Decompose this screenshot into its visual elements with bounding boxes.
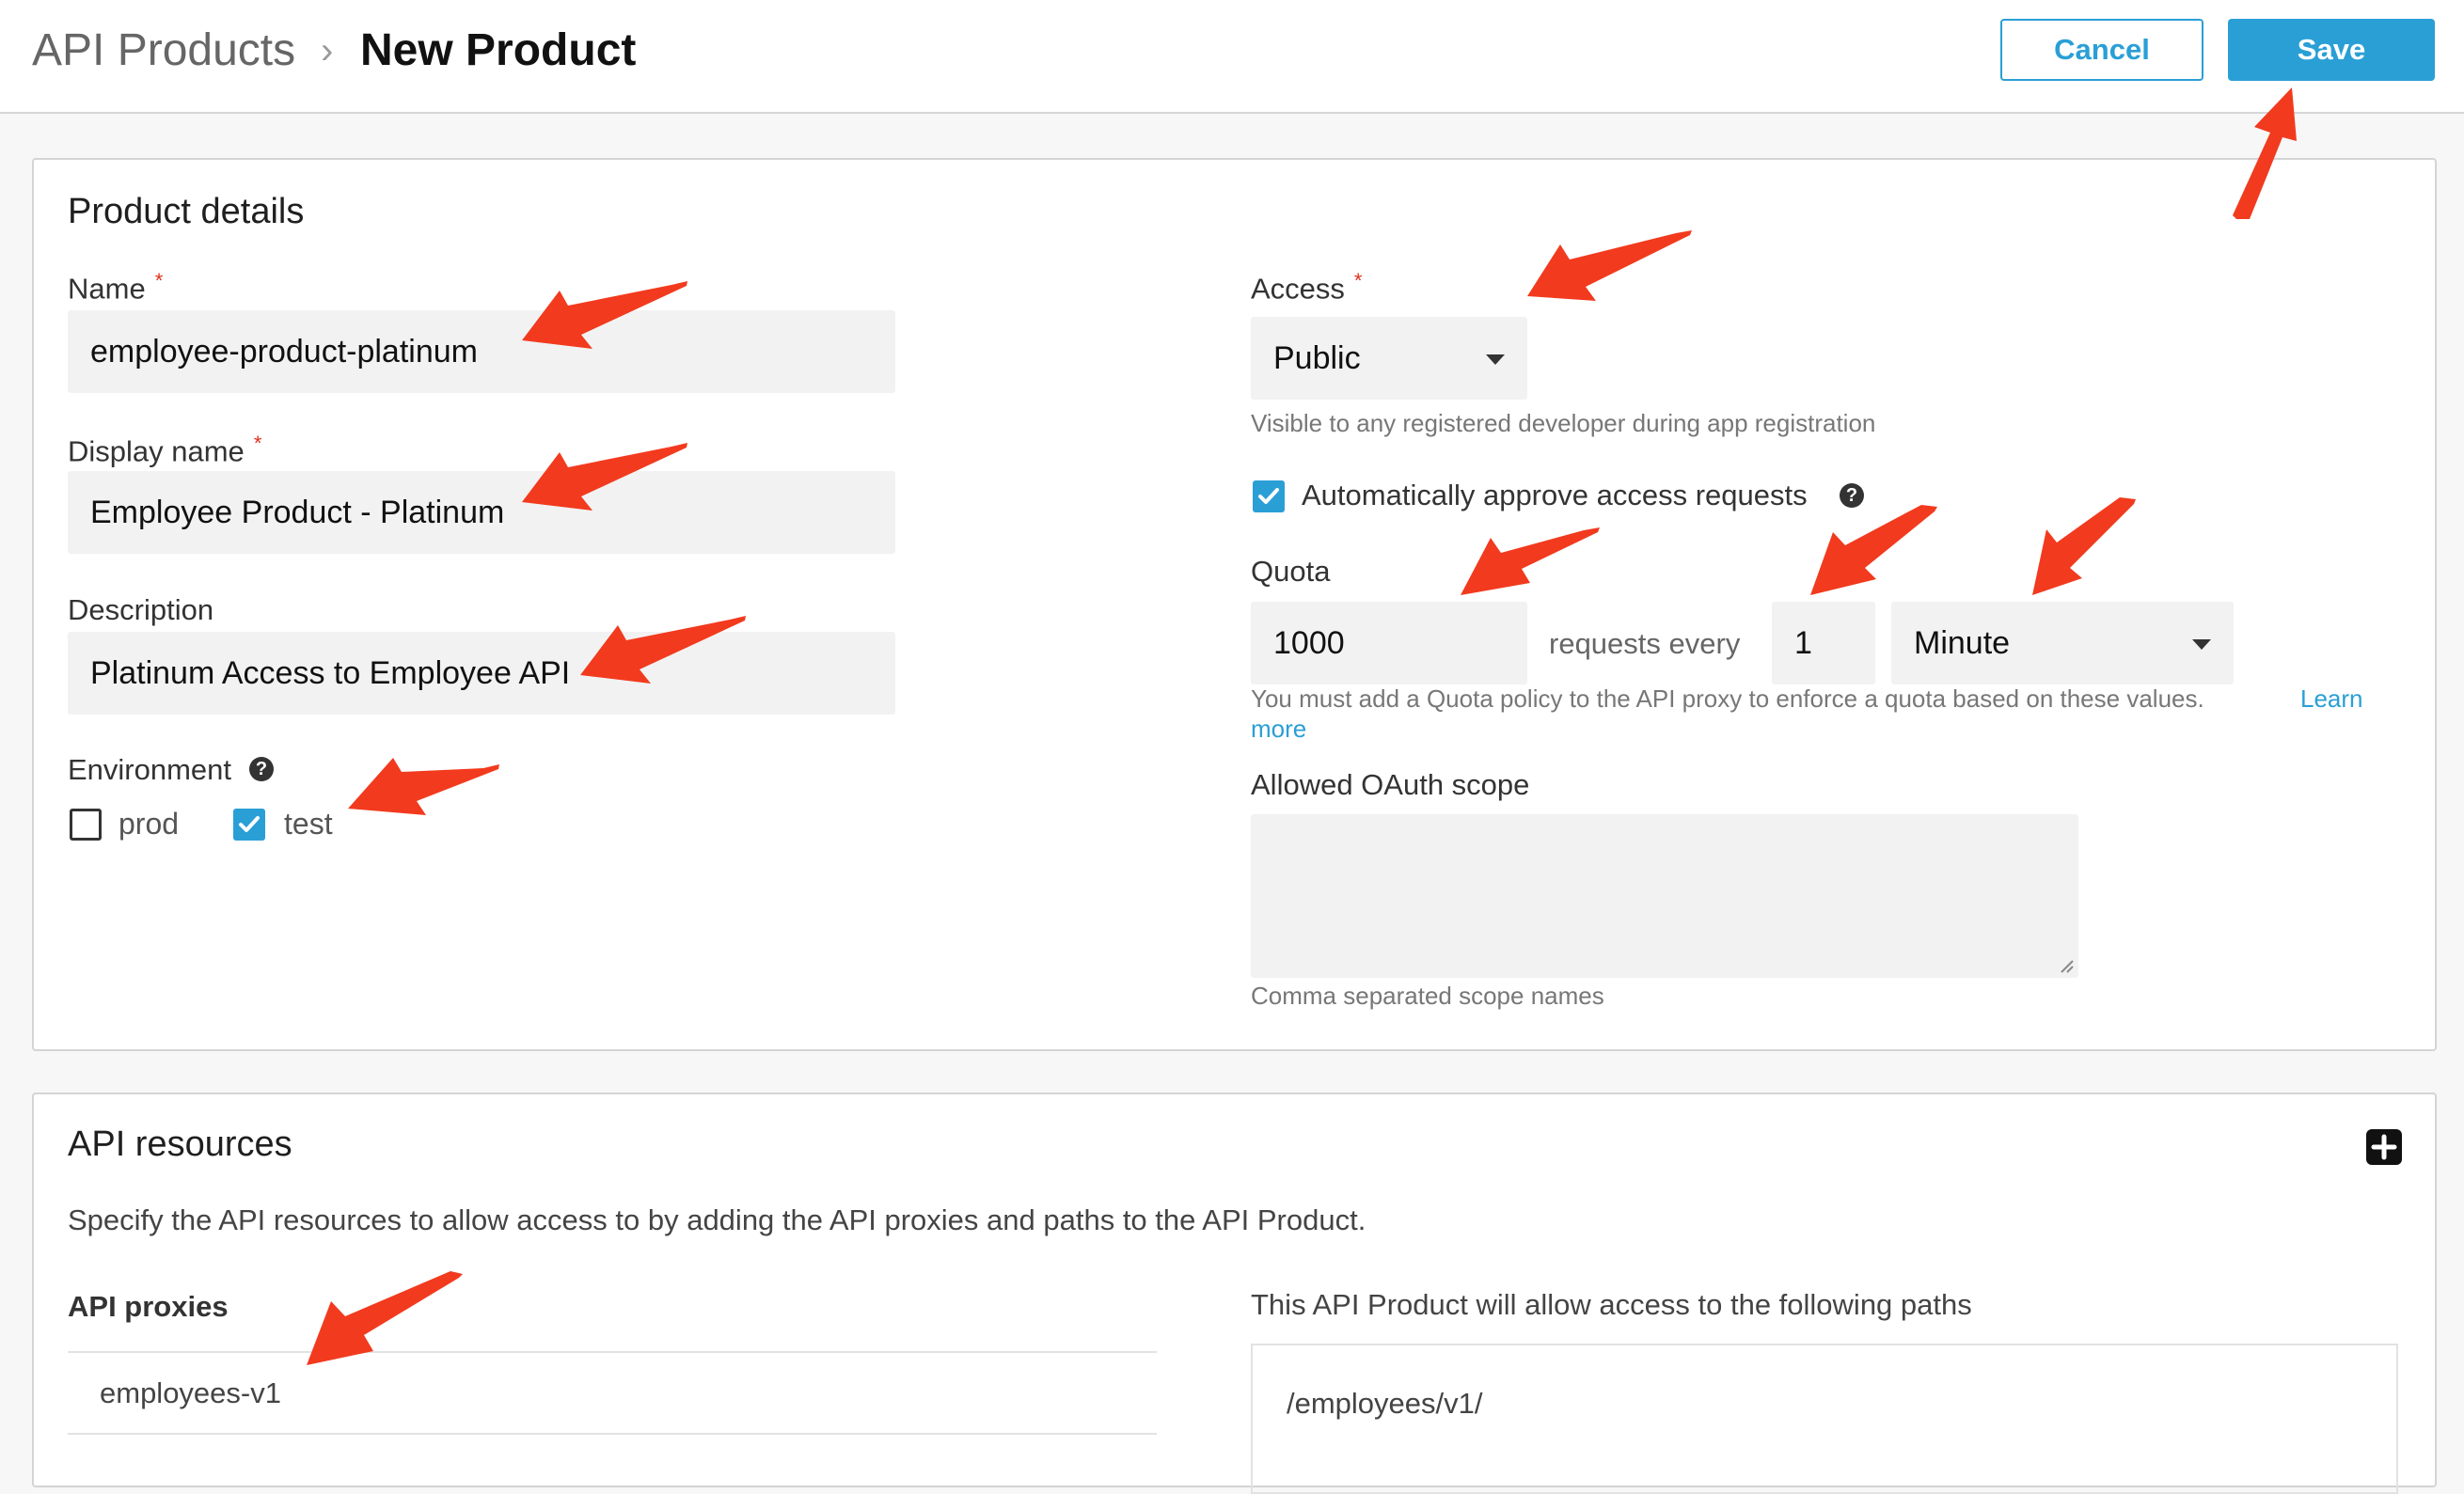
- save-button[interactable]: Save: [2228, 19, 2435, 81]
- display-name-input[interactable]: Employee Product - Platinum: [68, 471, 895, 554]
- chevron-right-icon: ›: [321, 30, 334, 71]
- learn-more-link-wrap[interactable]: more: [1251, 715, 1306, 744]
- name-label-text: Name: [68, 272, 146, 306]
- product-details-card: Product details Name * employee-product-p…: [32, 158, 2437, 1051]
- access-select[interactable]: Public: [1251, 317, 1527, 400]
- api-resources-title: API resources: [68, 1124, 292, 1164]
- plus-square-icon[interactable]: [2365, 1128, 2403, 1166]
- breadcrumb-api-products[interactable]: API Products: [32, 24, 295, 76]
- quota-label: Quota: [1251, 555, 1331, 588]
- auto-approve-label: Automatically approve access requests: [1302, 479, 1808, 511]
- chevron-down-icon: [2192, 639, 2211, 650]
- paths-list: /employees/v1/: [1251, 1344, 2398, 1494]
- name-input[interactable]: employee-product-platinum: [68, 310, 895, 393]
- display-name-label: Display name *: [68, 432, 261, 468]
- checkmark-icon: [239, 816, 260, 832]
- learn-more-link[interactable]: Learn: [2300, 684, 2363, 714]
- requests-every-text: requests every: [1549, 627, 1741, 660]
- oauth-scope-hint: Comma separated scope names: [1251, 982, 1604, 1010]
- checkmark-icon: [1258, 488, 1279, 504]
- required-marker: *: [1353, 269, 1363, 292]
- chevron-down-icon: [1486, 354, 1505, 365]
- environment-label: Environment: [68, 753, 232, 786]
- environment-test-checkbox[interactable]: [233, 809, 265, 841]
- quota-amount-input[interactable]: 1000: [1251, 602, 1527, 684]
- quota-interval-input[interactable]: 1: [1772, 602, 1875, 684]
- quota-hint: You must add a Quota policy to the API p…: [1251, 684, 2204, 713]
- environment-test-label: test: [284, 807, 333, 841]
- access-label-text: Access: [1251, 272, 1345, 306]
- name-label: Name *: [68, 269, 163, 306]
- quota-unit-select[interactable]: Minute: [1891, 602, 2234, 684]
- api-proxies-divider: [68, 1433, 1157, 1435]
- page-header: API Products › New Product Cancel Save: [0, 0, 2464, 114]
- environment-prod-label: prod: [118, 807, 180, 841]
- help-icon[interactable]: ?: [249, 757, 274, 781]
- environment-prod-checkbox[interactable]: [70, 809, 102, 841]
- display-name-label-text: Display name: [68, 434, 245, 468]
- oauth-scope-textarea[interactable]: [1251, 814, 2078, 978]
- description-input[interactable]: Platinum Access to Employee API: [68, 632, 895, 715]
- auto-approve-checkbox[interactable]: [1253, 480, 1285, 512]
- oauth-scope-label: Allowed OAuth scope: [1251, 768, 1530, 801]
- path-item: /employees/v1/: [1287, 1387, 1483, 1420]
- help-icon[interactable]: ?: [1840, 483, 1864, 508]
- access-select-value: Public: [1273, 339, 1361, 376]
- api-resources-description: Specify the API resources to allow acces…: [68, 1203, 1366, 1236]
- required-marker: *: [253, 432, 262, 455]
- api-proxies-label: API proxies: [68, 1290, 229, 1323]
- paths-label: This API Product will allow access to th…: [1251, 1288, 1972, 1321]
- quota-unit-value: Minute: [1914, 624, 2011, 661]
- access-hint: Visible to any registered developer duri…: [1251, 409, 1876, 437]
- api-resources-card: API resources Specify the API resources …: [32, 1093, 2437, 1494]
- page-title: New Product: [360, 25, 637, 75]
- resize-handle-icon[interactable]: [2058, 957, 2075, 974]
- api-proxy-item[interactable]: employees-v1: [100, 1376, 281, 1410]
- description-label: Description: [68, 593, 214, 626]
- api-proxies-divider: [68, 1351, 1157, 1353]
- cancel-button[interactable]: Cancel: [2000, 19, 2203, 81]
- product-details-title: Product details: [68, 192, 305, 231]
- required-marker: *: [154, 269, 164, 292]
- access-label: Access *: [1251, 269, 1362, 306]
